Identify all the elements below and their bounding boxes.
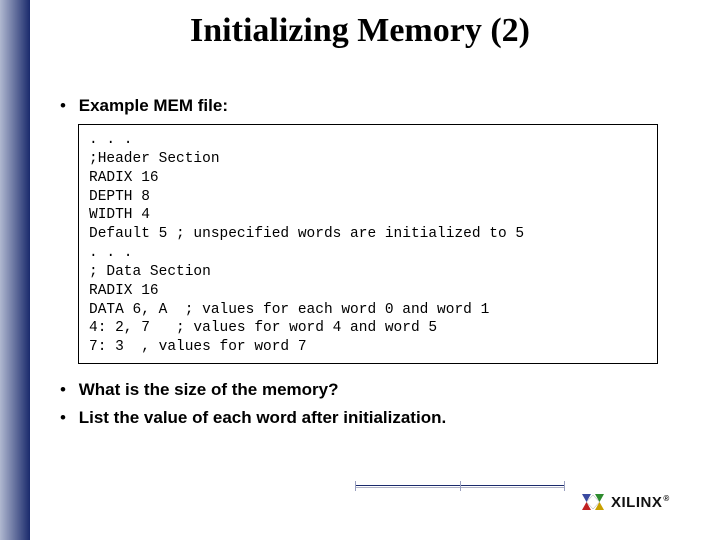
xilinx-logo-icon	[580, 489, 606, 515]
slide-content: • Example MEM file: . . . ;Header Sectio…	[60, 90, 680, 436]
logo-text-label: XILINX	[611, 494, 662, 511]
slide-title: Initializing Memory (2)	[0, 12, 720, 50]
bullet-question-1: • What is the size of the memory?	[60, 380, 680, 400]
code-line: ; Data Section	[89, 264, 211, 280]
code-line: 4: 2, 7 ; values for word 4 and word 5	[89, 320, 437, 336]
code-line: Default 5 ; unspecified words are initia…	[89, 226, 524, 242]
bullet-dot-icon: •	[60, 96, 74, 116]
slide: Initializing Memory (2) • Example MEM fi…	[0, 0, 720, 540]
xilinx-logo-text: XILINX®	[611, 494, 670, 511]
code-box: . . . ;Header Section RADIX 16 DEPTH 8 W…	[78, 124, 658, 364]
code-line: RADIX 16	[89, 170, 159, 186]
code-line: 7: 3 , values for word 7	[89, 339, 307, 355]
code-line: WIDTH 4	[89, 207, 150, 223]
code-line: . . .	[89, 245, 133, 261]
code-line: DEPTH 8	[89, 189, 150, 205]
bullet-example-text: Example MEM file:	[79, 96, 228, 115]
xilinx-logo: XILINX®	[580, 486, 690, 518]
side-accent-bar	[0, 0, 30, 540]
bullet-dot-icon: •	[60, 408, 74, 428]
code-line: RADIX 16	[89, 283, 159, 299]
bullet-dot-icon: •	[60, 380, 74, 400]
bullet-question-2-text: List the value of each word after initia…	[79, 408, 446, 427]
code-line: ;Header Section	[89, 151, 220, 167]
registered-icon: ®	[663, 494, 669, 503]
code-line: . . .	[89, 132, 133, 148]
bullet-example: • Example MEM file:	[60, 96, 680, 116]
bullet-question-1-text: What is the size of the memory?	[79, 380, 339, 399]
footer-divider	[355, 478, 565, 498]
bullet-question-2: • List the value of each word after init…	[60, 408, 680, 428]
code-line: DATA 6, A ; values for each word 0 and w…	[89, 302, 489, 318]
